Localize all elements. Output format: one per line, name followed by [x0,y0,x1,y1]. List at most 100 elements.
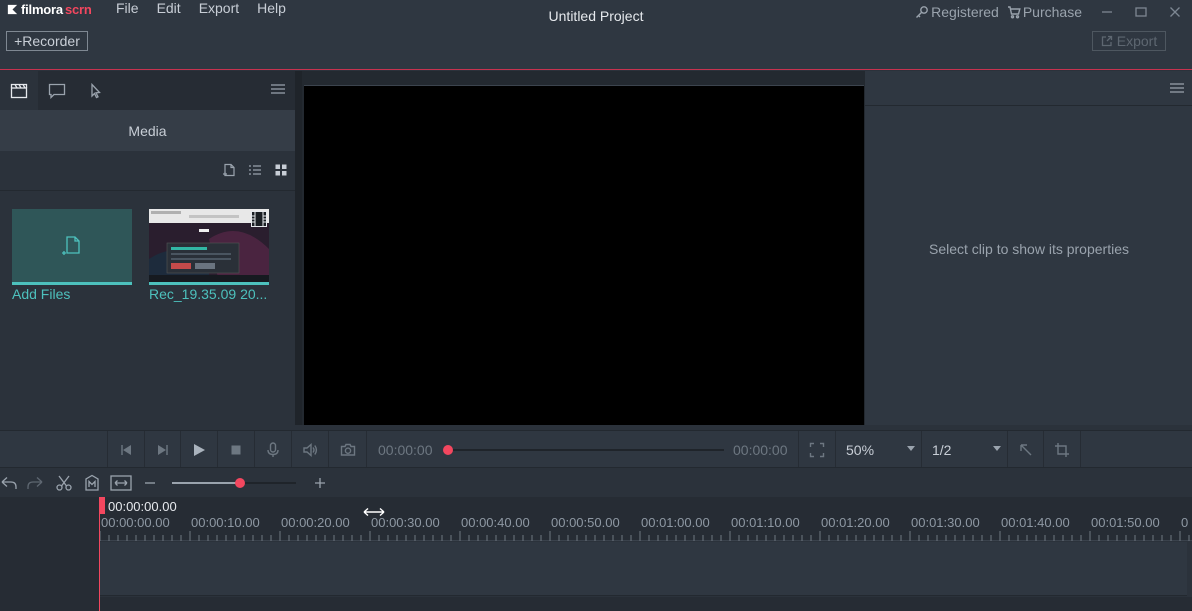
registered-link[interactable]: Registered [915,4,999,20]
tab-media[interactable] [0,71,38,110]
media-panel: Media Add Files Rec_19.35.09 20... [0,71,295,425]
ruler-label: 00:01:50.00 [1091,515,1160,530]
volume-button[interactable] [292,431,329,468]
clapperboard-icon [10,83,28,98]
export-button[interactable]: Export [1092,31,1166,51]
video-preview[interactable] [304,85,864,425]
grid-view-button[interactable] [274,163,288,177]
playback-spacer [0,431,108,468]
fit-width-icon [110,475,132,491]
speaker-icon [303,442,318,457]
zoom-out-button[interactable] [141,474,159,492]
close-icon [1170,7,1180,17]
window-controls: Registered Purchase [915,0,1192,24]
stop-button[interactable] [218,431,255,468]
fullscreen-button[interactable] [798,431,836,468]
list-view-icon [249,165,261,175]
current-time: 00:00:00 [378,441,433,458]
camera-icon [340,443,355,456]
chevron-down-icon [993,446,1001,451]
media-library: Add Files Rec_19.35.09 20... [0,192,295,425]
microphone-icon [267,441,279,457]
cursor-icon [91,82,101,98]
ruler-label: 00:01:10.00 [731,515,800,530]
cart-icon [1007,6,1021,19]
timeline-zoom-handle[interactable] [235,478,245,488]
skip-forward-icon [157,444,168,455]
export-icon [1101,35,1112,47]
title-bar: filmora scrn File Edit Export Help Untit… [0,0,1192,70]
list-view-button[interactable] [248,163,262,177]
menu-edit[interactable]: Edit [157,0,181,18]
brand-name: filmora [21,1,63,17]
track-headers [0,497,99,611]
import-media-button[interactable] [222,163,236,177]
speech-bubble-icon [48,83,66,99]
scissors-icon [56,475,72,491]
maximize-button[interactable] [1124,0,1158,24]
add-marker-button[interactable] [83,474,101,492]
export-label: Export [1116,33,1158,49]
video-track[interactable] [99,542,1187,596]
recording-clip-thumbnail[interactable] [149,209,269,285]
timeline-toolbar [0,467,1192,497]
stop-icon [231,445,241,454]
snapshot-button[interactable] [329,431,367,468]
menu-export[interactable]: Export [199,0,239,18]
play-icon [194,443,205,456]
add-files-label[interactable]: Add Files [12,286,132,302]
playback-progress-handle[interactable] [443,445,453,455]
menu-bar: File Edit Export Help [116,0,286,18]
ruler-label: 00:00:30.00 [371,515,440,530]
key-icon [916,6,929,18]
chevron-down-icon [907,446,915,451]
ruler-label: 00:01:30.00 [911,515,980,530]
zoom-in-button[interactable] [311,474,329,492]
play-button[interactable] [181,431,218,468]
minimize-icon [1102,11,1112,13]
recorder-button[interactable]: +Recorder [6,31,88,51]
purchase-link[interactable]: Purchase [1007,4,1082,20]
resize-horizontal-cursor-icon [363,504,385,517]
crop-icon [1055,442,1069,457]
menu-help[interactable]: Help [257,0,286,18]
microphone-button[interactable] [255,431,292,468]
zoom-select[interactable]: 50% [836,431,922,468]
tab-cursor[interactable] [76,71,114,110]
previous-frame-button[interactable] [108,431,145,468]
ruler-label: 00:01:40.00 [1001,515,1070,530]
undo-button[interactable] [0,474,18,492]
media-panel-menu-button[interactable] [271,83,285,95]
recording-clip-label[interactable]: Rec_19.35.09 20... [149,286,269,302]
playhead-timecode: 00:00:00.00 [108,499,177,514]
minimize-button[interactable] [1090,0,1124,24]
next-frame-button[interactable] [145,431,181,468]
playhead-line[interactable] [99,497,100,611]
properties-menu-button[interactable] [1170,82,1184,94]
close-button[interactable] [1158,0,1192,24]
ruler-label: 00:00:10.00 [191,515,260,530]
app-logo: filmora scrn [6,0,92,18]
plus-icon [315,478,325,488]
purchase-label: Purchase [1022,4,1082,20]
playback-bar: 00:00:00 00:00:00 50% 1/2 [0,430,1192,468]
quality-select[interactable]: 1/2 [922,431,1008,468]
video-clip-icon [251,211,267,227]
media-toolbar [0,151,295,191]
audio-track[interactable] [0,597,1192,611]
ruler-label: 00:01:00.00 [641,515,710,530]
panel-splitter[interactable] [295,71,302,425]
add-files-tile[interactable] [12,209,132,285]
menu-file[interactable]: File [116,0,139,18]
playhead-handle[interactable] [99,497,105,514]
popout-preview-button[interactable] [1008,431,1044,468]
redo-button[interactable] [26,474,44,492]
tab-annotation[interactable] [38,71,76,110]
registered-label: Registered [931,4,999,20]
split-button[interactable] [55,474,73,492]
quality-value: 1/2 [932,441,952,458]
fit-timeline-button[interactable] [110,474,132,492]
playback-progress-track[interactable] [448,449,724,451]
undo-icon [1,477,17,489]
crop-button[interactable] [1044,431,1081,468]
